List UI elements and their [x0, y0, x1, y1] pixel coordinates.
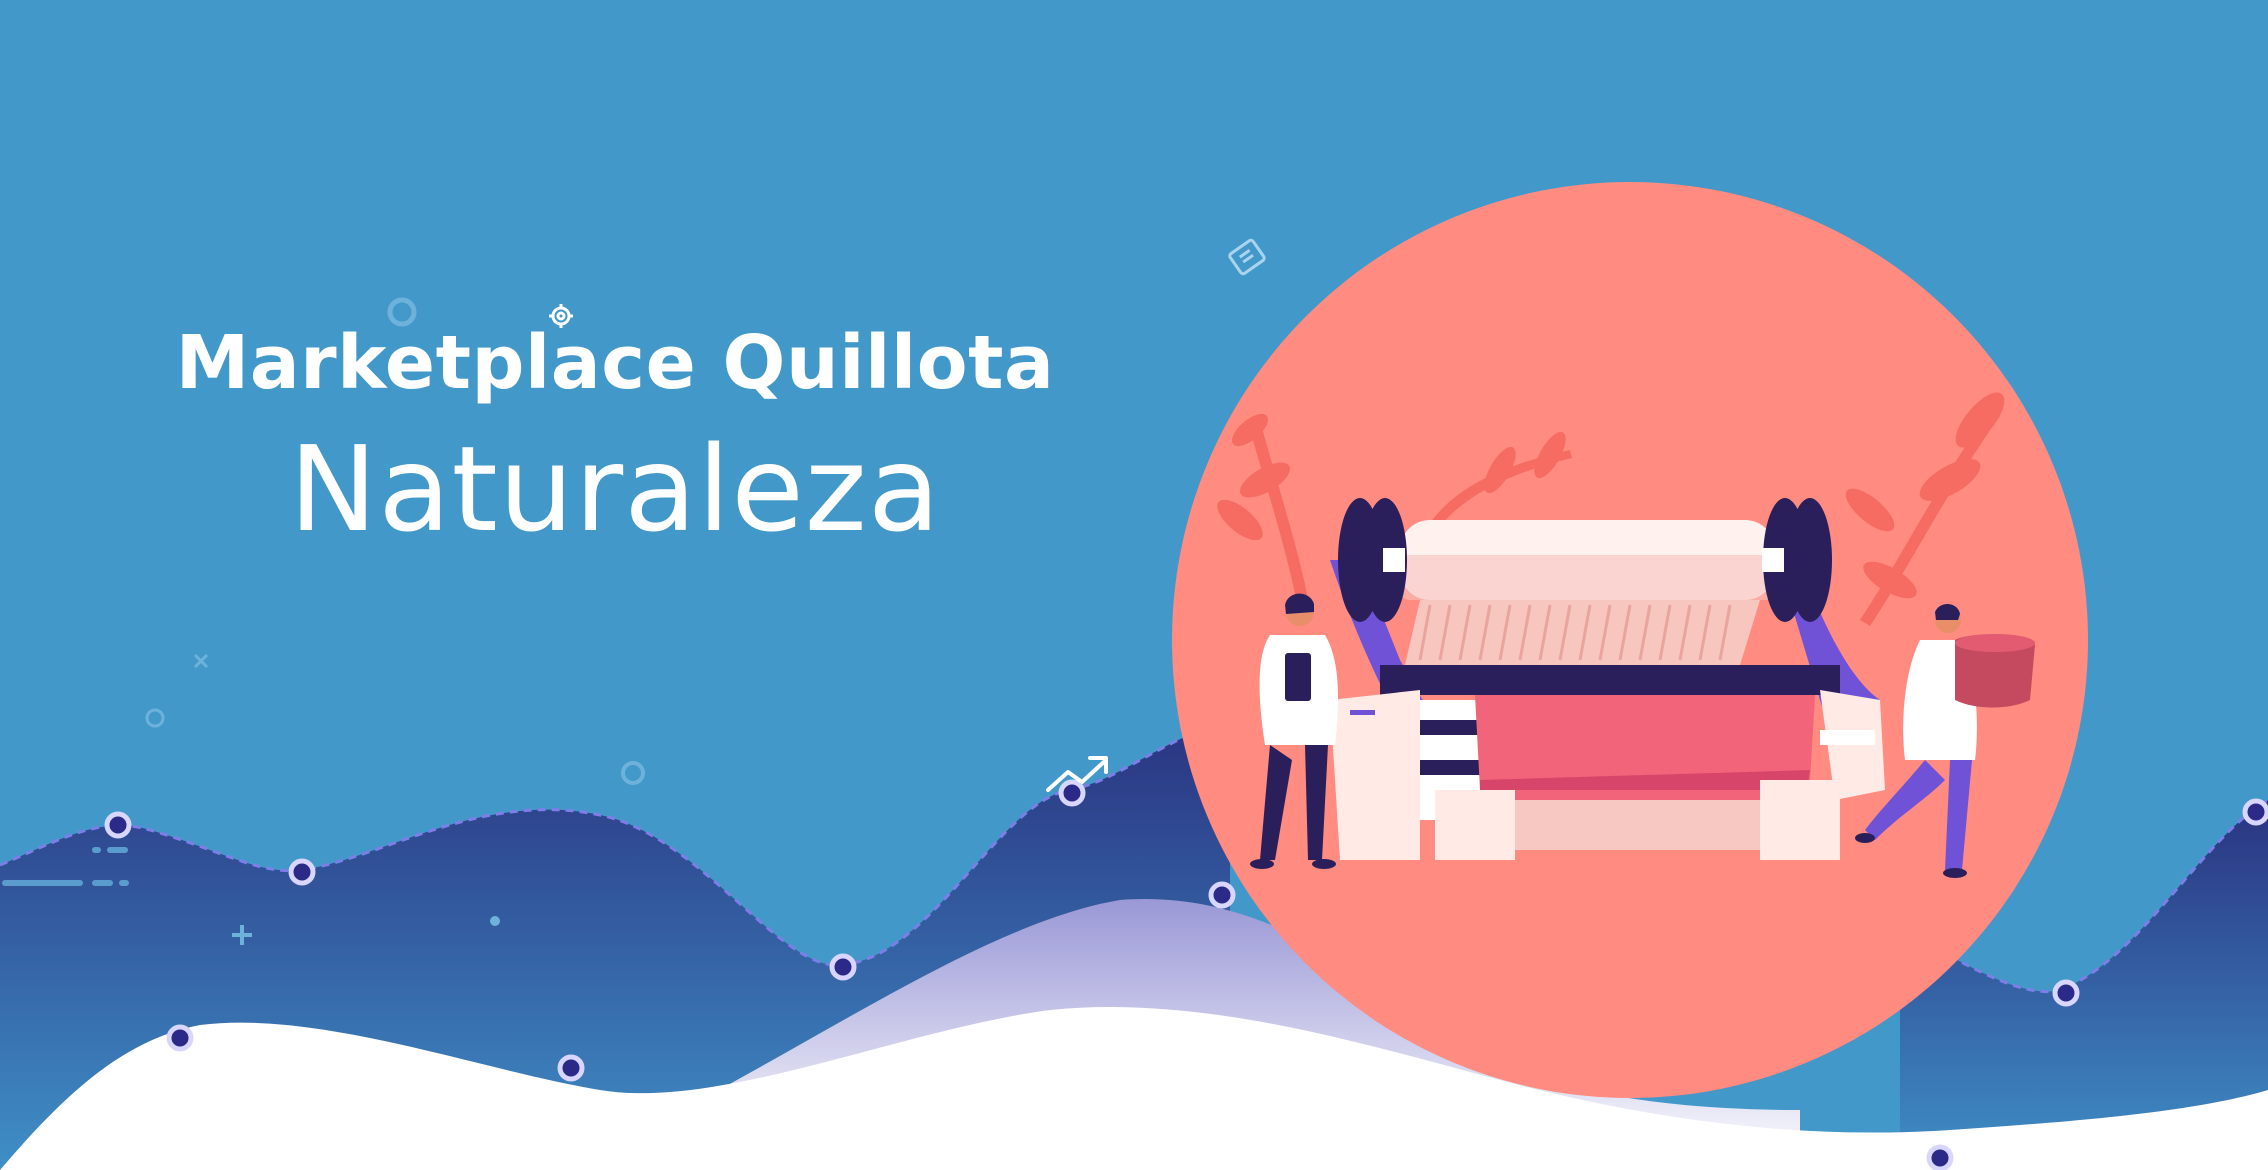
loom-machine [1330, 498, 1885, 860]
data-point [2052, 979, 2080, 1007]
data-point [104, 811, 132, 839]
page-title: Marketplace Quillota [175, 320, 1055, 406]
data-point [1926, 1144, 1954, 1170]
data-point [1208, 881, 1236, 909]
x-icon [193, 653, 209, 669]
circle-icon [490, 916, 500, 926]
circle-icon [145, 708, 165, 728]
document-icon [1228, 238, 1266, 276]
data-point [829, 953, 857, 981]
data-point [1058, 779, 1086, 807]
data-point [288, 858, 316, 886]
circle-icon [621, 761, 645, 785]
banner-canvas: Marketplace Quillota Naturaleza [0, 0, 2268, 1170]
data-point [557, 1054, 585, 1082]
data-point [166, 1024, 194, 1052]
data-point [2242, 798, 2268, 826]
page-subtitle: Naturaleza [288, 420, 942, 558]
